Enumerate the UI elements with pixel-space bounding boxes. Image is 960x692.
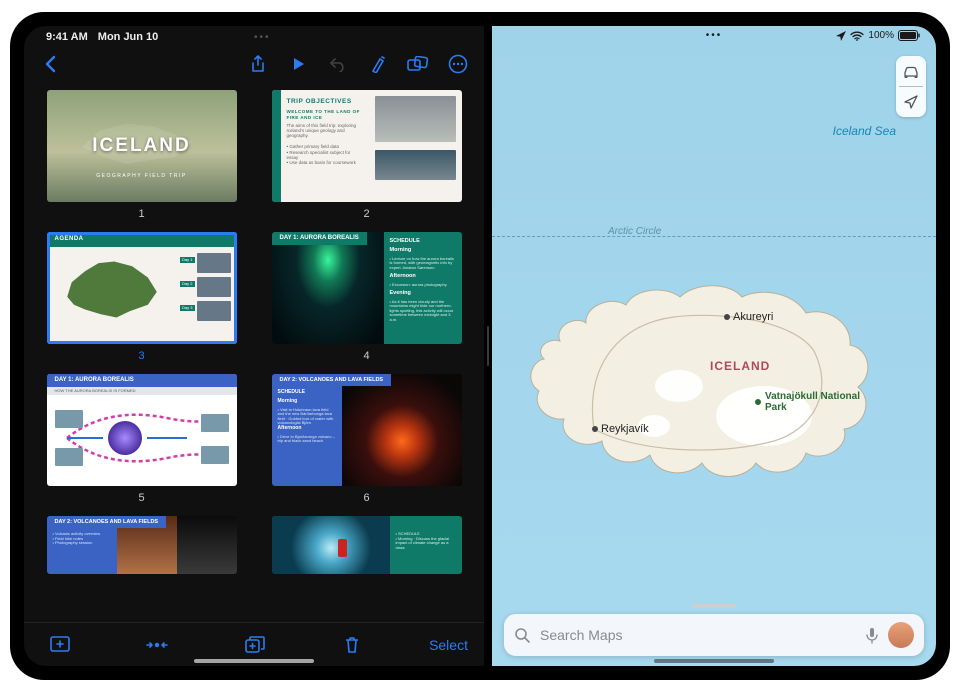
slide-thumbnail-6[interactable]: DAY 2: VOLCANOES AND LAVA FIELDS SCHEDUL… <box>267 374 466 510</box>
status-time: 9:41 AM <box>46 31 88 43</box>
multitask-dots-icon[interactable]: ••• <box>706 30 723 48</box>
delete-button[interactable] <box>332 636 372 654</box>
select-button[interactable]: Select <box>429 637 468 653</box>
status-indicators: 100% <box>836 30 920 41</box>
slide-thumbnail-3[interactable]: AGENDA Day 1 Day 2 Day 3 3 <box>42 232 241 368</box>
undo-button[interactable] <box>322 50 354 78</box>
maps-mode-toolbar <box>896 56 926 117</box>
format-button[interactable] <box>362 50 394 78</box>
more-button[interactable] <box>442 50 474 78</box>
slide-navigator-grid[interactable]: ICELAND GEOGRAPHY FIELD TRIP 1 TRIP OBJE… <box>24 80 484 622</box>
driving-mode-button[interactable] <box>896 56 926 86</box>
split-view-divider[interactable] <box>484 26 492 666</box>
multitask-dots-icon[interactable]: ••• <box>254 32 271 43</box>
status-date: Mon Jun 10 <box>98 31 159 43</box>
grabber-handle[interactable] <box>692 604 736 608</box>
arctic-circle-label: Arctic Circle <box>608 226 661 237</box>
city-reykjavik[interactable]: Reykjavík <box>592 423 649 435</box>
maps-app[interactable]: ••• 100% Iceland Sea Arctic Cir <box>492 26 936 666</box>
battery-icon <box>898 30 920 41</box>
insert-button[interactable] <box>402 50 434 78</box>
slide1-subtitle: GEOGRAPHY FIELD TRIP <box>96 174 186 180</box>
transition-button[interactable] <box>137 638 177 652</box>
search-input[interactable] <box>540 627 856 643</box>
search-icon <box>514 627 530 643</box>
play-button[interactable] <box>282 50 314 78</box>
slide-thumbnail-8[interactable]: DAY 3: GLACIERS AND ICE CAVES SCHEDULE M… <box>267 516 466 574</box>
slide-thumbnail-4[interactable]: DAY 1: AURORA BOREALIS SCHEDULE Morning … <box>267 232 466 368</box>
locate-me-button[interactable] <box>896 87 926 117</box>
share-button[interactable] <box>242 50 274 78</box>
keynote-app: 9:41 AM Mon Jun 10 ••• <box>24 26 484 666</box>
slide-thumbnail-1[interactable]: ICELAND GEOGRAPHY FIELD TRIP 1 <box>42 90 241 226</box>
home-indicator[interactable] <box>654 659 774 663</box>
account-avatar[interactable] <box>888 622 914 648</box>
maps-search-card[interactable] <box>504 614 924 656</box>
sea-label: Iceland Sea <box>833 124 896 138</box>
slide-thumbnail-2[interactable]: TRIP OBJECTIVES WELCOME TO THE LAND OF F… <box>267 90 466 226</box>
keynote-toolbar <box>24 48 484 80</box>
ipad-frame: 9:41 AM Mon Jun 10 ••• <box>10 12 950 680</box>
city-akureyri[interactable]: Akureyri <box>724 311 773 323</box>
slide-thumbnail-5[interactable]: DAY 1: AURORA BOREALIS HOW THE AURORA BO… <box>42 374 241 510</box>
dictate-button[interactable] <box>866 627 878 644</box>
arctic-circle-line <box>492 236 936 237</box>
slide-number: 1 <box>138 208 144 220</box>
battery-percent: 100% <box>868 30 894 41</box>
iceland-map[interactable]: Akureyri ICELAND Vatnajökull National Pa… <box>514 241 884 511</box>
back-button[interactable] <box>34 50 66 78</box>
add-slide-button[interactable] <box>40 636 80 654</box>
poi-vatnajokull[interactable]: Vatnajökull National Park <box>754 391 884 413</box>
country-label: ICELAND <box>710 359 770 373</box>
wifi-icon <box>850 31 864 41</box>
split-view-screen: 9:41 AM Mon Jun 10 ••• <box>24 26 936 666</box>
slide-thumbnail-7[interactable]: DAY 2: VOLCANOES AND LAVA FIELDS Volcani… <box>42 516 241 574</box>
location-services-icon <box>836 31 846 41</box>
duplicate-button[interactable] <box>235 636 275 654</box>
home-indicator[interactable] <box>194 659 314 663</box>
